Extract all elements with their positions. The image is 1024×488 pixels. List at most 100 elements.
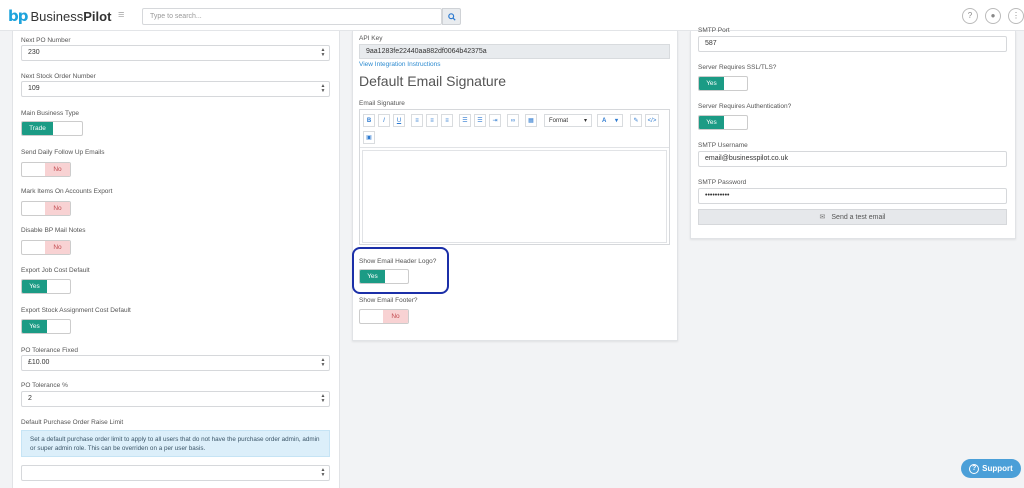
signature-heading: Default Email Signature: [359, 73, 507, 89]
mark-items-label: Mark Items On Accounts Export: [21, 188, 113, 195]
username-label: SMTP Username: [698, 142, 748, 149]
raise-limit-input[interactable]: ▲ ▼: [21, 465, 330, 481]
format-label: Format: [549, 117, 569, 124]
disable-mail-toggle[interactable]: No: [21, 240, 71, 255]
send-test-email-button[interactable]: ✉ Send a test email: [698, 209, 1007, 225]
italic-button[interactable]: I: [378, 114, 390, 127]
po-fixed-label: PO Tolerance Fixed: [21, 347, 78, 354]
support-button[interactable]: ? Support: [961, 459, 1021, 478]
more-icon[interactable]: ⋮: [1008, 8, 1024, 24]
ssl-toggle[interactable]: Yes: [698, 76, 748, 91]
next-stock-input[interactable]: 109 ▲ ▼: [21, 81, 330, 97]
table-icon[interactable]: ▦: [525, 114, 537, 127]
toggle-on: Yes: [22, 280, 47, 293]
number-stepper[interactable]: ▲ ▼: [320, 394, 326, 404]
search-icon: [447, 12, 456, 21]
show-footer-label: Show Email Footer?: [359, 297, 418, 304]
top-bar: bp BusinessPilot ≡ Type to search... ? ●…: [0, 0, 1024, 31]
toggle-on: Yes: [22, 320, 47, 333]
toggle-on: Yes: [699, 77, 724, 90]
number-stepper[interactable]: ▲ ▼: [320, 468, 326, 478]
export-stock-label: Export Stock Assignment Cost Default: [21, 307, 131, 314]
send-daily-toggle[interactable]: No: [21, 162, 71, 177]
mark-items-toggle[interactable]: No: [21, 201, 71, 216]
send-test-email-label: Send a test email: [831, 213, 886, 221]
logo-mark: bp: [8, 7, 29, 25]
menu-icon[interactable]: ≡: [118, 9, 130, 21]
export-job-toggle[interactable]: Yes: [21, 279, 71, 294]
align-left-icon[interactable]: ≡: [411, 114, 423, 127]
integration-link[interactable]: View Integration Instructions: [359, 61, 441, 68]
export-job-label: Export Job Cost Default: [21, 267, 90, 274]
auth-label: Server Requires Authentication?: [698, 103, 792, 110]
underline-button[interactable]: U: [393, 114, 405, 127]
disable-mail-label: Disable BP Mail Notes: [21, 227, 86, 234]
password-input[interactable]: ••••••••••: [698, 188, 1007, 204]
code-view-icon[interactable]: </>: [645, 114, 659, 127]
po-fixed-value: £10.00: [28, 359, 50, 366]
help-icon: ?: [969, 463, 980, 474]
clear-format-icon[interactable]: ✎: [630, 114, 642, 127]
auth-toggle[interactable]: Yes: [698, 115, 748, 130]
toggle-on: Yes: [699, 116, 724, 129]
signature-editor: B I U ≡ ≡ ≡ ☰ ☰ ⇥ ∞ ▦ Format ▾ A ▾ ✎ </> ▣: [359, 109, 670, 245]
po-pct-value: 2: [28, 395, 32, 402]
next-stock-value: 109: [28, 85, 40, 92]
smtp-settings-panel: SMTP Port 587 Server Requires SSL/TLS? Y…: [690, 27, 1016, 239]
search-input[interactable]: Type to search...: [142, 8, 442, 25]
app-logo[interactable]: bp BusinessPilot: [8, 7, 111, 25]
support-label: Support: [982, 464, 1013, 473]
ssl-label: Server Requires SSL/TLS?: [698, 64, 777, 71]
align-justify-icon[interactable]: ≡: [441, 114, 453, 127]
next-po-label: Next PO Number: [21, 37, 71, 44]
raise-limit-label: Default Purchase Order Raise Limit: [21, 419, 124, 426]
indent-icon[interactable]: ⇥: [489, 114, 501, 127]
toggle-off: No: [45, 202, 70, 215]
smtp-port-label: SMTP Port: [698, 27, 730, 34]
format-dropdown[interactable]: Format ▾: [544, 114, 592, 127]
toggle-on: Trade: [22, 122, 53, 135]
link-icon[interactable]: ∞: [507, 114, 519, 127]
search-button[interactable]: [442, 8, 461, 25]
toggle-off: No: [45, 163, 70, 176]
po-pct-input[interactable]: 2 ▲ ▼: [21, 391, 330, 407]
export-stock-toggle[interactable]: Yes: [21, 319, 71, 334]
username-input[interactable]: email@businesspilot.co.uk: [698, 151, 1007, 167]
toggle-off: No: [383, 310, 408, 323]
help-icon[interactable]: ?: [962, 8, 978, 24]
signature-text-area[interactable]: [362, 150, 667, 243]
password-label: SMTP Password: [698, 179, 747, 186]
number-stepper[interactable]: ▲ ▼: [320, 358, 326, 368]
po-fixed-input[interactable]: £10.00 ▲ ▼: [21, 355, 330, 371]
font-color-dropdown[interactable]: A ▾: [597, 114, 623, 127]
unordered-list-icon[interactable]: ☰: [474, 114, 486, 127]
business-type-toggle[interactable]: Trade: [21, 121, 83, 136]
ordered-list-icon[interactable]: ☰: [459, 114, 471, 127]
next-stock-label: Next Stock Order Number: [21, 73, 96, 80]
api-key-field[interactable]: 9aa1283fe22440aa882df0064b42375a: [359, 44, 670, 59]
chevron-down-icon: ▾: [614, 118, 618, 124]
number-stepper[interactable]: ▲ ▼: [320, 48, 326, 58]
signature-label: Email Signature: [359, 100, 405, 107]
image-icon[interactable]: ▣: [363, 131, 375, 144]
logo-text: BusinessPilot: [30, 8, 112, 24]
show-footer-toggle[interactable]: No: [359, 309, 409, 324]
chevron-down-icon: ▾: [583, 118, 587, 124]
email-signature-panel: API Key 9aa1283fe22440aa882df0064b42375a…: [352, 31, 678, 341]
number-stepper[interactable]: ▲ ▼: [320, 84, 326, 94]
general-settings-panel: Next PO Number 230 ▲ ▼ Next Stock Order Nu…: [12, 31, 340, 488]
send-daily-label: Send Daily Follow Up Emails: [21, 149, 105, 156]
user-icon[interactable]: ●: [985, 8, 1001, 24]
api-key-label: API Key: [359, 35, 383, 42]
font-color-label: A: [602, 117, 607, 124]
envelope-icon: ✉: [819, 214, 826, 221]
business-type-label: Main Business Type: [21, 110, 80, 117]
next-po-value: 230: [28, 49, 40, 56]
raise-limit-info: Set a default purchase order limit to ap…: [21, 430, 330, 457]
smtp-port-input[interactable]: 587: [698, 36, 1007, 52]
highlight-annotation: [352, 247, 449, 294]
toggle-off: No: [45, 241, 70, 254]
next-po-input[interactable]: 230 ▲ ▼: [21, 45, 330, 61]
align-center-icon[interactable]: ≡: [426, 114, 438, 127]
bold-button[interactable]: B: [363, 114, 375, 127]
